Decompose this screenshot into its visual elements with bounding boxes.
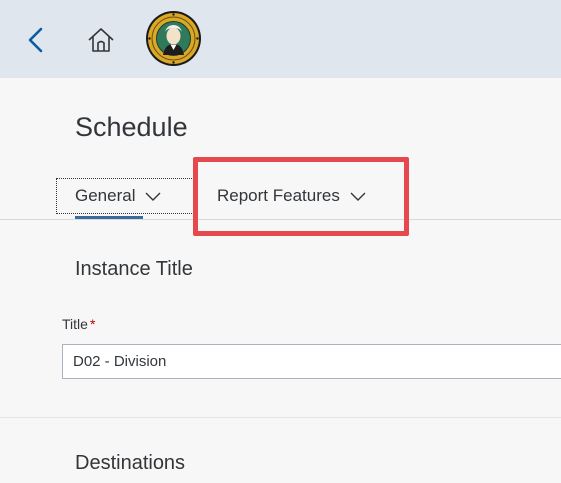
- washington-state-seal-icon: [146, 11, 201, 66]
- chevron-down-icon: [145, 192, 161, 201]
- shell-bar: [0, 0, 561, 78]
- section-divider: [0, 417, 561, 418]
- title-field-label: Title *: [62, 316, 95, 332]
- page-title: Schedule: [75, 112, 188, 142]
- section-title-destinations: Destinations: [75, 452, 186, 474]
- title-input[interactable]: [62, 344, 561, 379]
- tab-general[interactable]: General: [56, 178, 194, 214]
- tab-general-label: General: [75, 186, 136, 205]
- chevron-left-icon: [28, 27, 43, 53]
- home-button[interactable]: [87, 26, 115, 54]
- section-title-instance: Instance Title: [75, 258, 193, 280]
- back-button[interactable]: [25, 26, 47, 54]
- required-indicator: *: [89, 316, 96, 332]
- title-label-text: Title: [62, 316, 88, 332]
- highlight-annotation-box: [193, 157, 409, 236]
- home-icon: [88, 28, 114, 52]
- washington-state-seal-logo[interactable]: [145, 10, 202, 67]
